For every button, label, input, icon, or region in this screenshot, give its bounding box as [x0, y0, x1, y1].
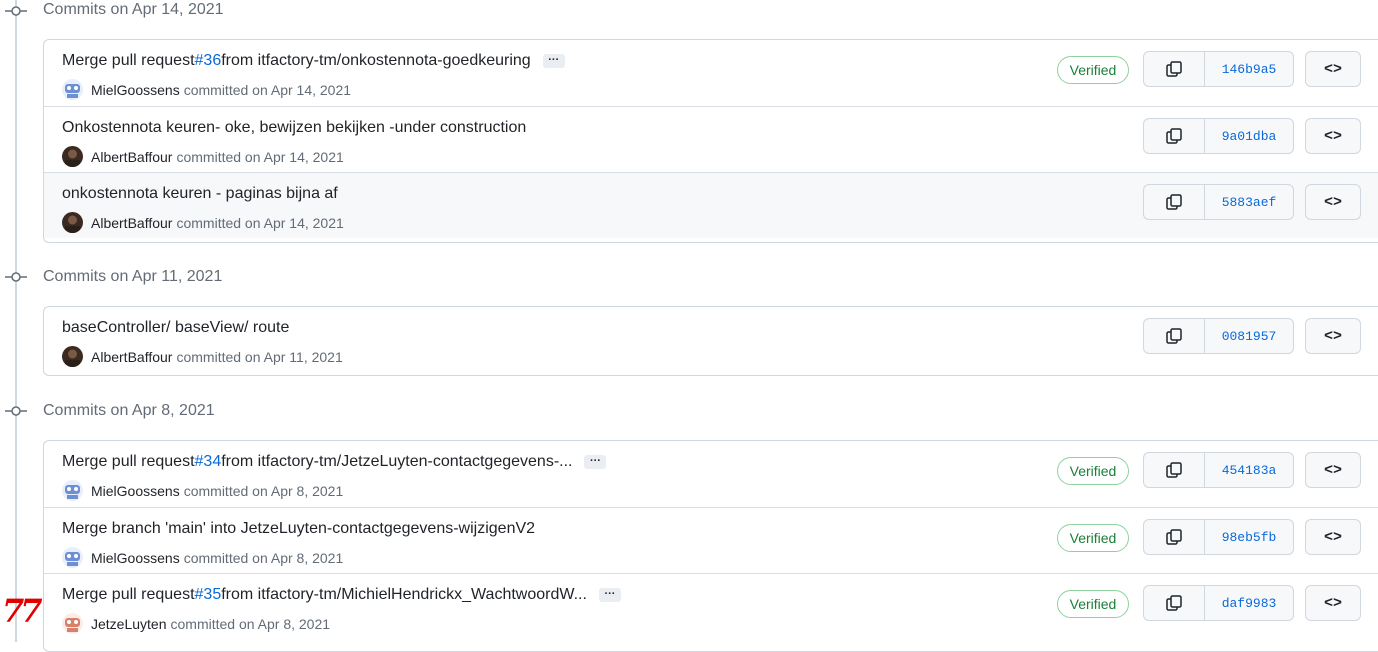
expand-ellipsis-button[interactable]: ···	[542, 54, 565, 68]
copy-sha-button[interactable]	[1144, 52, 1205, 86]
browse-repo-button[interactable]: <>	[1305, 51, 1361, 87]
commit-sha-link[interactable]: 0081957	[1205, 319, 1293, 353]
commit-message[interactable]: Merge branch 'main' into JetzeLuyten-con…	[62, 520, 535, 538]
copy-sha-button[interactable]	[1144, 185, 1205, 219]
code-icon: <>	[1323, 528, 1342, 546]
pr-link[interactable]: #35	[195, 586, 222, 604]
commit-date: committed on Apr 14, 2021	[176, 214, 344, 231]
verified-badge[interactable]: Verified	[1057, 524, 1129, 552]
code-icon: <>	[1323, 127, 1342, 145]
sha-button-group: 5883aef	[1143, 184, 1294, 220]
git-commit-icon	[5, 272, 27, 282]
copy-sha-button[interactable]	[1144, 119, 1205, 153]
git-commit-icon	[5, 6, 27, 16]
commit-row: baseController/ baseView/ route AlbertBa…	[44, 307, 1378, 373]
code-icon: <>	[1323, 461, 1342, 479]
group-title: Commits on Apr 8, 2021	[43, 402, 215, 419]
commit-message[interactable]: Merge pull request #34 from itfactory-tm…	[62, 453, 607, 471]
author-link[interactable]: MielGoossens	[91, 550, 180, 566]
commit-row: Merge branch 'main' into JetzeLuyten-con…	[44, 507, 1378, 573]
timeline-line	[15, 0, 17, 642]
commit-sha-link[interactable]: 5883aef	[1205, 185, 1293, 219]
author-link[interactable]: MielGoossens	[91, 483, 180, 499]
browse-repo-button[interactable]: <>	[1305, 318, 1361, 354]
copy-icon	[1166, 462, 1182, 478]
commit-row: onkostennota keuren - paginas bijna af A…	[44, 172, 1378, 238]
sha-button-group: 146b9a5	[1143, 51, 1294, 87]
copy-icon	[1166, 529, 1182, 545]
author-link[interactable]: AlbertBaffour	[91, 149, 172, 165]
code-icon: <>	[1323, 60, 1342, 78]
commit-date: committed on Apr 8, 2021	[183, 549, 344, 566]
commit-row: Merge pull request #36 from itfactory-tm…	[44, 40, 1378, 106]
browse-repo-button[interactable]: <>	[1305, 519, 1361, 555]
commit-date: committed on Apr 14, 2021	[183, 81, 352, 98]
git-commit-icon	[5, 406, 27, 416]
sha-button-group: 454183a	[1143, 452, 1294, 488]
author-link[interactable]: MielGoossens	[91, 82, 180, 98]
commit-list: baseController/ baseView/ route AlbertBa…	[43, 306, 1378, 376]
verified-badge[interactable]: Verified	[1057, 457, 1129, 485]
handwritten-annotation: 77	[2, 592, 42, 630]
commit-sha-link[interactable]: 9a01dba	[1205, 119, 1293, 153]
pr-link[interactable]: #36	[195, 52, 222, 70]
expand-ellipsis-button[interactable]: ···	[598, 588, 621, 602]
sha-button-group: 9a01dba	[1143, 118, 1294, 154]
browse-repo-button[interactable]: <>	[1305, 184, 1361, 220]
copy-icon	[1166, 61, 1182, 77]
author-link[interactable]: AlbertBaffour	[91, 349, 172, 365]
copy-icon	[1166, 194, 1182, 210]
commit-row: Onkostennota keuren- oke, bewijzen bekij…	[44, 106, 1378, 172]
code-icon: <>	[1323, 193, 1342, 211]
commit-date: committed on Apr 14, 2021	[176, 148, 344, 165]
group-title: Commits on Apr 14, 2021	[43, 1, 224, 18]
code-icon: <>	[1323, 327, 1342, 345]
browse-repo-button[interactable]: <>	[1305, 118, 1361, 154]
avatar[interactable]	[62, 346, 83, 367]
commit-date: committed on Apr 8, 2021	[183, 482, 344, 499]
copy-icon	[1166, 328, 1182, 344]
commit-message[interactable]: Onkostennota keuren- oke, bewijzen bekij…	[62, 119, 526, 137]
commit-message[interactable]: Merge pull request #36 from itfactory-tm…	[62, 52, 565, 70]
group-title: Commits on Apr 11, 2021	[43, 268, 223, 285]
author-link[interactable]: AlbertBaffour	[91, 215, 172, 231]
sha-button-group: 0081957	[1143, 318, 1294, 354]
commit-sha-link[interactable]: 146b9a5	[1205, 52, 1293, 86]
copy-sha-button[interactable]	[1144, 319, 1205, 353]
copy-sha-button[interactable]	[1144, 520, 1205, 554]
expand-ellipsis-button[interactable]: ···	[584, 455, 607, 469]
browse-repo-button[interactable]: <>	[1305, 452, 1361, 488]
commit-date: committed on Apr 8, 2021	[170, 615, 331, 632]
commit-sha-link[interactable]: daf9983	[1205, 586, 1293, 620]
commit-sha-link[interactable]: 98eb5fb	[1205, 520, 1293, 554]
copy-icon	[1166, 128, 1182, 144]
avatar[interactable]	[62, 79, 83, 100]
commit-row: Merge pull request #35 from itfactory-tm…	[44, 573, 1378, 639]
sha-button-group: daf9983	[1143, 585, 1294, 621]
avatar[interactable]	[62, 613, 83, 634]
sha-button-group: 98eb5fb	[1143, 519, 1294, 555]
verified-badge[interactable]: Verified	[1057, 590, 1129, 618]
avatar[interactable]	[62, 146, 83, 167]
commit-list: Merge pull request #36 from itfactory-tm…	[43, 39, 1378, 243]
avatar[interactable]	[62, 480, 83, 501]
code-icon: <>	[1323, 594, 1342, 612]
commit-message[interactable]: Merge pull request #35 from itfactory-tm…	[62, 586, 621, 604]
commit-date: committed on Apr 11, 2021	[176, 348, 343, 365]
verified-badge[interactable]: Verified	[1057, 56, 1129, 84]
browse-repo-button[interactable]: <>	[1305, 585, 1361, 621]
commit-row: Merge pull request #34 from itfactory-tm…	[44, 441, 1378, 507]
commit-sha-link[interactable]: 454183a	[1205, 453, 1293, 487]
pr-link[interactable]: #34	[195, 453, 222, 471]
commit-list: Merge pull request #34 from itfactory-tm…	[43, 440, 1378, 652]
avatar[interactable]	[62, 547, 83, 568]
commit-message[interactable]: baseController/ baseView/ route	[62, 319, 289, 337]
copy-sha-button[interactable]	[1144, 453, 1205, 487]
copy-icon	[1166, 595, 1182, 611]
copy-sha-button[interactable]	[1144, 586, 1205, 620]
author-link[interactable]: JetzeLuyten	[91, 616, 167, 632]
avatar[interactable]	[62, 212, 83, 233]
commit-message[interactable]: onkostennota keuren - paginas bijna af	[62, 185, 338, 203]
